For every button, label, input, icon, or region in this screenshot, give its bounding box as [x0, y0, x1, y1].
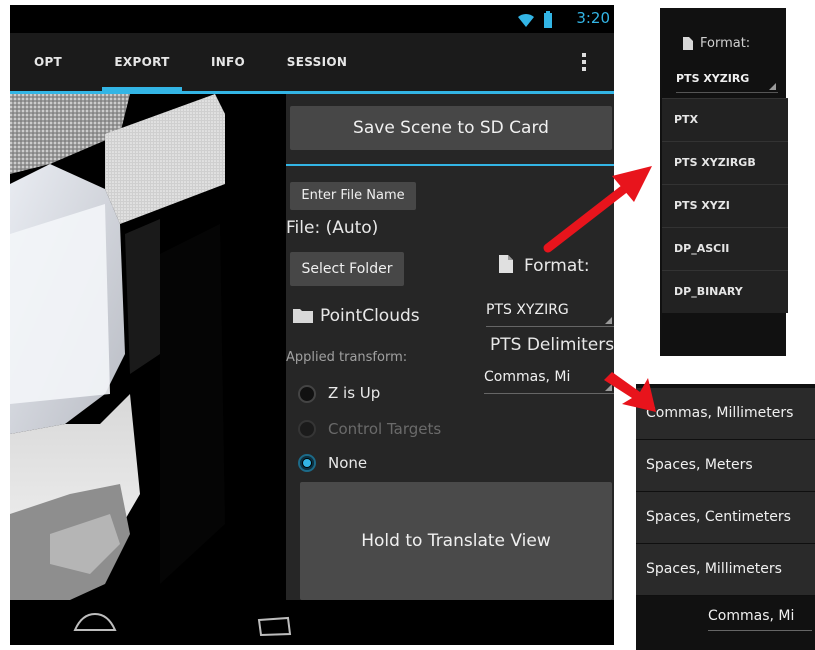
tab-session[interactable]: SESSION — [280, 33, 354, 91]
export-panel: Save Scene to SD Card Enter File Name Fi… — [286, 94, 614, 600]
format-option-label: DP_BINARY — [674, 285, 743, 298]
enter-file-name-label: Enter File Name — [301, 188, 405, 203]
format-value: PTS XYZIRG — [486, 302, 569, 318]
spinner-underline — [708, 630, 812, 631]
wifi-battery-icon — [518, 11, 552, 28]
point-cloud-render — [10, 94, 286, 600]
delimiters-spinner[interactable]: Commas, Mi — [484, 369, 614, 394]
home-icon[interactable] — [256, 612, 296, 636]
file-icon — [499, 255, 513, 273]
applied-transform-label: Applied transform: — [286, 350, 408, 365]
delimiter-option-label: Commas, Millimeters — [646, 405, 794, 421]
format-popup-spinner[interactable]: PTS XYZIRG — [676, 72, 778, 93]
delimiter-option-label: Spaces, Millimeters — [646, 561, 782, 577]
format-option-dp-binary[interactable]: DP_BINARY — [662, 270, 788, 313]
folder-icon — [293, 309, 313, 323]
delimiter-option-label: Spaces, Meters — [646, 457, 753, 473]
tab-bar: OPT EXPORT INFO SESSION — [10, 33, 614, 94]
tab-session-label: SESSION — [286, 55, 348, 69]
tab-info-label: INFO — [210, 55, 246, 69]
radio-z-is-up[interactable] — [298, 385, 316, 403]
format-option-ptx[interactable]: PTX — [662, 98, 788, 141]
option-none: None — [328, 454, 368, 472]
status-time: 3:20 — [576, 9, 610, 27]
overflow-menu-icon[interactable] — [582, 53, 588, 75]
divider — [286, 164, 614, 166]
tab-opt-label: OPT — [33, 55, 63, 69]
enter-file-name-button[interactable]: Enter File Name — [290, 182, 416, 210]
format-option-pts-xyzi[interactable]: PTS XYZI — [662, 184, 788, 227]
back-icon[interactable] — [72, 612, 118, 632]
save-scene-button[interactable]: Save Scene to SD Card — [290, 106, 612, 150]
format-spinner[interactable]: PTS XYZIRG — [486, 302, 614, 327]
format-popup-label: Format: — [700, 36, 751, 51]
tab-opt[interactable]: OPT — [24, 33, 72, 91]
format-option-label: DP_ASCII — [674, 242, 730, 255]
radio-none[interactable] — [298, 454, 316, 472]
option-control-targets: Control Targets — [328, 420, 442, 438]
navigation-bar — [10, 600, 614, 645]
select-folder-label: Select Folder — [301, 261, 393, 277]
status-bar: 3:20 — [10, 5, 614, 33]
delimiters-dropdown-popup: Commas, Millimeters Spaces, Meters Space… — [636, 384, 815, 650]
select-folder-button[interactable]: Select Folder — [290, 252, 404, 286]
phone-screen: 3:20 OPT EXPORT INFO SESSION Save Scene … — [10, 5, 614, 645]
spinner-arrow-icon — [605, 317, 612, 324]
format-label: Format: — [524, 256, 590, 276]
delimiter-option-spaces-meters[interactable]: Spaces, Meters — [636, 440, 815, 492]
pts-delimiters-label: PTS Delimiters: — [490, 335, 614, 355]
radio-control-targets[interactable] — [298, 420, 316, 438]
file-label: File: (Auto) — [286, 218, 379, 238]
tab-export[interactable]: EXPORT — [102, 33, 182, 91]
folder-name: PointClouds — [320, 306, 420, 326]
format-option-label: PTX — [674, 113, 699, 126]
delimiter-option-label: Spaces, Centimeters — [646, 509, 791, 525]
format-option-dp-ascii[interactable]: DP_ASCII — [662, 227, 788, 270]
format-option-label: PTS XYZIRGB — [674, 156, 756, 169]
spinner-arrow-icon — [769, 83, 776, 90]
delimiters-value: Commas, Mi — [484, 369, 571, 385]
tab-info[interactable]: INFO — [204, 33, 252, 91]
hold-translate-view-label: Hold to Translate View — [361, 531, 551, 551]
point-cloud-view[interactable] — [10, 94, 286, 600]
tab-export-label: EXPORT — [114, 55, 170, 69]
format-option-pts-xyzirgb[interactable]: PTS XYZIRGB — [662, 141, 788, 184]
delimiter-option-spaces-millimeters[interactable]: Spaces, Millimeters — [636, 544, 815, 596]
delimiter-option-commas-millimeters[interactable]: Commas, Millimeters — [636, 388, 815, 440]
file-icon — [683, 37, 693, 50]
save-scene-label: Save Scene to SD Card — [353, 118, 549, 138]
format-dropdown-popup: Format: PTS XYZIRG PTX PTS XYZIRGB PTS X… — [660, 8, 788, 356]
spinner-arrow-icon — [605, 384, 612, 391]
delimiters-current-value: Commas, Mi — [708, 608, 795, 624]
red-arrow-head-icon — [612, 166, 652, 202]
option-z-is-up: Z is Up — [328, 384, 381, 402]
format-popup-value: PTS XYZIRG — [676, 72, 750, 85]
delimiter-option-spaces-centimeters[interactable]: Spaces, Centimeters — [636, 492, 815, 544]
hold-translate-view-button[interactable]: Hold to Translate View — [300, 482, 612, 600]
format-option-label: PTS XYZI — [674, 199, 730, 212]
